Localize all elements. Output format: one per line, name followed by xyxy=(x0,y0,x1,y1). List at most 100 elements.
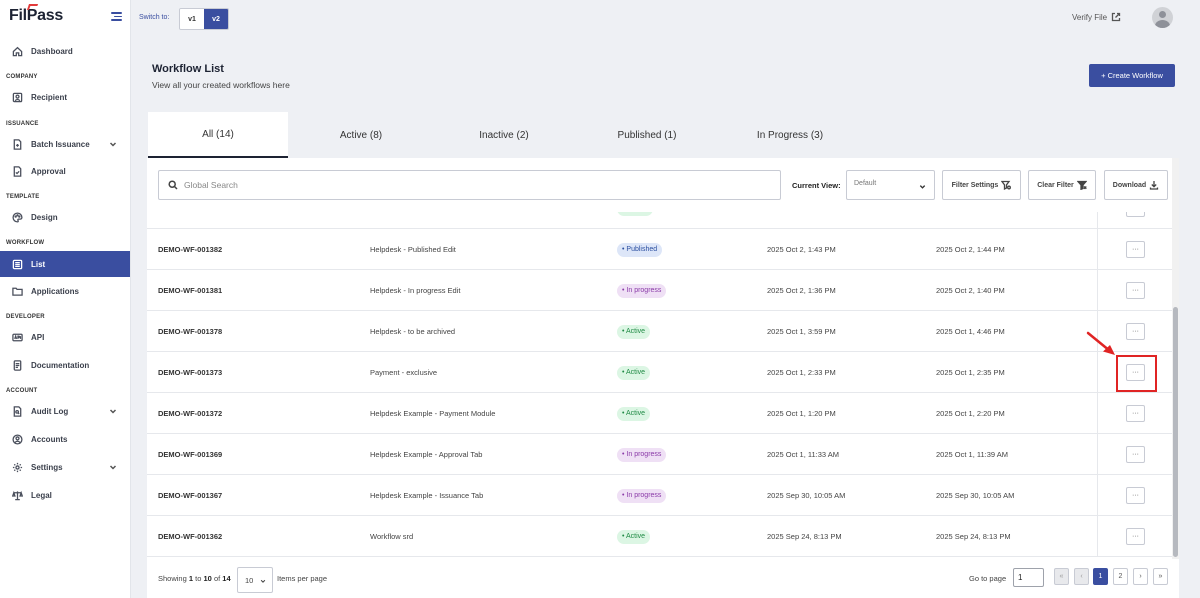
row-actions-button[interactable]: ··· xyxy=(1126,282,1145,299)
status-cell: • Active xyxy=(617,393,651,434)
annotation-arrow-icon xyxy=(1086,331,1115,355)
row-actions-button[interactable]: ··· xyxy=(1126,241,1145,258)
sidebar-item-approval[interactable]: Approval xyxy=(0,158,130,184)
logo-text-1: Fil xyxy=(9,7,27,24)
menu-toggle-icon[interactable] xyxy=(111,12,122,21)
updated-date: 2025 Oct 1, 11:39 AM xyxy=(936,450,1008,459)
sidebar-item-audit-log[interactable]: Audit Log xyxy=(0,398,130,424)
tab-all[interactable]: All (14) xyxy=(148,112,288,158)
download-button[interactable]: Download xyxy=(1104,170,1168,200)
avatar[interactable] xyxy=(1152,7,1173,28)
filpass-logo[interactable]: FilPass xyxy=(9,7,63,25)
tab-active[interactable]: Active (8) xyxy=(291,112,431,158)
row-actions-button[interactable]: ··· xyxy=(1126,446,1145,463)
status-cell: • In progress xyxy=(617,434,667,475)
download-icon xyxy=(1150,181,1159,190)
table-row: DEMO-WF-001381 Helpdesk - In progress Edi… xyxy=(147,270,1172,311)
table-row: DEMO-WF-001382 Helpdesk - Published Edit •… xyxy=(147,229,1172,270)
prev-page-button[interactable]: ‹ xyxy=(1074,568,1089,585)
api-icon xyxy=(12,332,23,343)
showing-text: Showing 1 to 10 of 14 xyxy=(158,574,231,583)
last-page-button[interactable]: » xyxy=(1153,568,1168,585)
items-per-page-select[interactable]: 10 xyxy=(237,567,273,593)
workflow-id[interactable]: DEMO-WF-001382 xyxy=(158,229,222,270)
document-plus-icon xyxy=(12,138,23,150)
sidebar-item-label: Approval xyxy=(31,166,66,176)
verify-file-link[interactable]: Verify File xyxy=(1072,12,1121,22)
workflow-id[interactable]: DEMO-WF-001373 xyxy=(158,352,222,393)
row-actions-button[interactable]: ··· xyxy=(1126,405,1145,422)
next-page-button[interactable]: › xyxy=(1133,568,1148,585)
status-cell: • Active xyxy=(617,311,651,352)
clear-filter-button[interactable]: Clear Filter xyxy=(1028,170,1096,200)
scales-icon xyxy=(12,490,23,501)
search-input[interactable] xyxy=(184,180,764,190)
row-actions-button[interactable] xyxy=(1126,212,1145,217)
version-v1-button[interactable]: v1 xyxy=(180,9,204,29)
chevron-down-icon xyxy=(919,185,926,189)
action-cell xyxy=(1097,212,1172,229)
tab-published[interactable]: Published (1) xyxy=(577,112,717,158)
action-cell: ··· xyxy=(1097,229,1172,270)
workflow-name: Payment - exclusive xyxy=(370,368,438,377)
created-date: 2025 Oct 2, 1:43 PM xyxy=(767,245,836,254)
tab-in-progress[interactable]: In Progress (3) xyxy=(720,112,860,158)
sidebar-item-label: List xyxy=(31,259,46,269)
sidebar-item-settings[interactable]: Settings xyxy=(0,454,130,480)
first-page-button[interactable]: « xyxy=(1054,568,1069,585)
logo-text-3: ass xyxy=(37,7,63,24)
sidebar-item-design[interactable]: Design xyxy=(0,204,130,230)
filter-settings-button[interactable]: Filter Settings xyxy=(942,170,1021,200)
sidebar-item-applications[interactable]: Applications xyxy=(0,278,130,304)
external-link-icon xyxy=(1111,12,1121,22)
status-cell: • Published xyxy=(617,229,663,270)
scrollbar-thumb[interactable] xyxy=(1173,307,1178,557)
created-date: 2025 Oct 1, 3:59 PM xyxy=(767,327,836,336)
tab-inactive[interactable]: Inactive (2) xyxy=(434,112,574,158)
page-1-button[interactable]: 1 xyxy=(1093,568,1108,585)
workflow-name: Workflow srd xyxy=(370,532,414,541)
sidebar: FilPass Dashboard Company Recipient Issu… xyxy=(0,0,131,598)
row-actions-button[interactable]: ··· xyxy=(1126,323,1145,340)
create-workflow-button[interactable]: + Create Workflow xyxy=(1089,64,1175,87)
updated-date: 2025 Oct 1, 2:35 PM xyxy=(936,368,1005,377)
showing-label: Showing xyxy=(158,574,187,583)
version-v2-button[interactable]: v2 xyxy=(204,9,228,29)
current-view-select[interactable]: Default xyxy=(846,170,935,200)
page-subtitle: View all your created workflows here xyxy=(152,80,290,90)
sidebar-item-batch-issuance[interactable]: Batch Issuance xyxy=(0,131,130,157)
showing-to: 10 xyxy=(203,574,212,583)
row-actions-button[interactable]: ··· xyxy=(1126,528,1145,545)
sidebar-item-documentation[interactable]: Documentation xyxy=(0,352,130,378)
sidebar-item-api[interactable]: API xyxy=(0,324,130,350)
sidebar-item-dashboard[interactable]: Dashboard xyxy=(0,38,130,64)
workflow-id[interactable]: DEMO-WF-001378 xyxy=(158,311,222,352)
workflow-id[interactable]: DEMO-WF-001369 xyxy=(158,434,222,475)
workflow-id[interactable]: DEMO-WF-001362 xyxy=(158,516,222,557)
switch-label: Switch to: xyxy=(139,14,170,21)
workflow-id[interactable]: DEMO-WF-001367 xyxy=(158,475,222,516)
page-2-button[interactable]: 2 xyxy=(1113,568,1128,585)
workflow-id[interactable]: DEMO-WF-001381 xyxy=(158,270,222,311)
version-switch: v1 v2 xyxy=(179,8,229,30)
status-text: Active xyxy=(626,532,646,540)
palette-icon xyxy=(12,211,23,223)
search-icon xyxy=(168,180,178,190)
document-icon xyxy=(12,359,23,371)
goto-page-input[interactable]: 1 xyxy=(1013,568,1044,587)
status-text: Active xyxy=(626,327,646,335)
section-issuance: Issuance xyxy=(6,121,39,127)
sidebar-item-recipient[interactable]: Recipient xyxy=(0,84,130,110)
verify-file-label: Verify File xyxy=(1072,12,1108,22)
workflow-card: All (14) Active (8) Inactive (2) Publish… xyxy=(147,112,1179,598)
row-actions-button[interactable]: ··· xyxy=(1126,487,1145,504)
status-text: In progress xyxy=(626,491,662,499)
sidebar-item-accounts[interactable]: Accounts xyxy=(0,426,130,452)
row-actions-button[interactable]: ··· xyxy=(1126,364,1145,381)
sidebar-item-list[interactable]: List xyxy=(0,251,130,277)
updated-date: 2025 Sep 24, 8:13 PM xyxy=(936,532,1011,541)
sidebar-item-legal[interactable]: Legal xyxy=(0,482,130,508)
sidebar-item-label: Settings xyxy=(31,462,63,472)
sidebar-item-label: Design xyxy=(31,212,58,222)
workflow-id[interactable]: DEMO-WF-001372 xyxy=(158,393,222,434)
